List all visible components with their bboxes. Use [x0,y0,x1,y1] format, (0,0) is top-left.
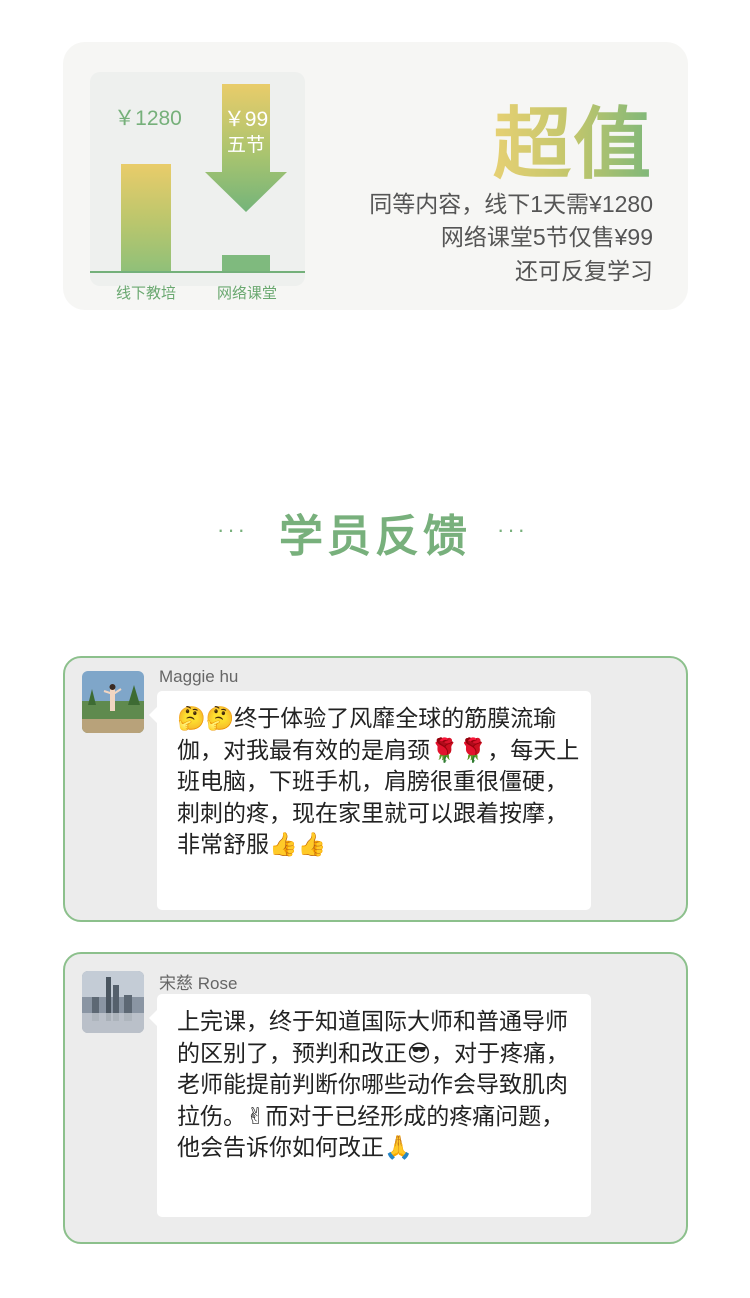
feedback-card: Maggie hu 🤔🤔终于体验了风靡全球的筋膜流瑜伽，对我最有效的是肩颈🌹🌹，… [63,656,688,922]
beach-photo-icon [82,671,144,733]
value-desc-line: 同等内容，线下1天需¥1280 [369,191,653,217]
avatar [82,971,144,1033]
price-comparison-chart: ￥1280 ￥99 五节 线下教培 网络课堂 [90,72,305,302]
chart-baseline [90,271,305,273]
value-desc-line: 网络课堂5节仅售¥99 [440,224,653,250]
offline-label: 线下教培 [115,285,176,302]
avatar [82,671,144,733]
username: 宋慈 Rose [159,974,238,993]
offline-price: ￥1280 [114,107,182,130]
value-card: ￥1280 ￥99 五节 线下教培 网络课堂 超值 同等内容，线下1天需¥128… [63,42,688,310]
message-text: 🤔🤔终于体验了风靡全球的筋膜流瑜伽，对我最有效的是肩颈🌹🌹，每天上班电脑，下班手… [177,705,580,857]
online-price: ￥99 [223,108,269,131]
online-label: 网络课堂 [216,285,277,302]
message-bubble: 上完课，终于知道国际大师和普通导师的区别了，预判和改正😎，对于疼痛，老师能提前判… [149,994,591,1217]
online-price-bar [222,255,270,272]
username: Maggie hu [159,667,239,686]
online-sessions: 五节 [226,135,265,156]
value-desc-line: 还可反复学习 [515,258,653,284]
feedback-card: 宋慈 Rose 上完课，终于知道国际大师和普通导师的区别了，预判和改正😎，对于疼… [63,952,688,1244]
section-title: 学员反馈 [279,511,471,562]
offline-price-bar [121,164,171,272]
value-headline: 超值 [493,82,653,194]
city-skyline-photo-icon [82,971,144,1033]
message-text: 上完课，终于知道国际大师和普通导师的区别了，预判和改正😎，对于疼痛，老师能提前判… [177,1008,569,1160]
message-bubble: 🤔🤔终于体验了风靡全球的筋膜流瑜伽，对我最有效的是肩颈🌹🌹，每天上班电脑，下班手… [149,691,591,910]
decorative-dots: ··· [497,517,528,542]
